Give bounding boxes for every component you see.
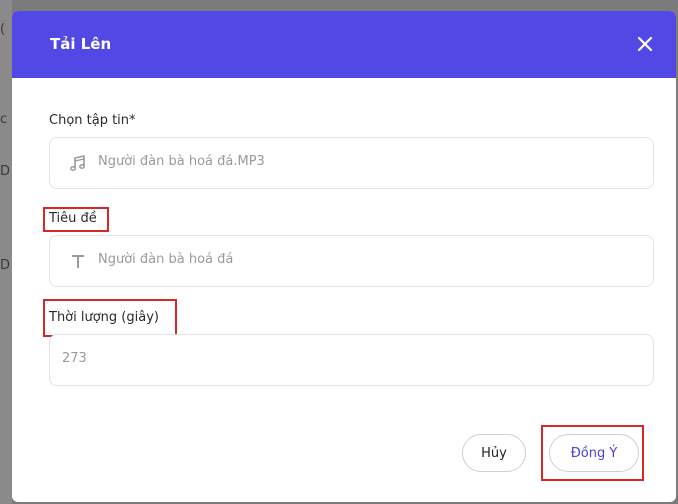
dialog-header: Tải Lên — [12, 11, 676, 78]
background-glyph: D — [0, 258, 11, 273]
background-glyph: c — [0, 112, 8, 127]
background-glyph: ( — [0, 22, 6, 37]
background-page-strip: ( c D D — [0, 0, 12, 504]
cancel-button-label: Hủy — [481, 445, 507, 461]
text-t-icon — [72, 255, 84, 268]
music-note-icon — [70, 155, 85, 171]
title-input-value: Người đàn bà hoá đá — [98, 252, 234, 267]
upload-dialog: Tải Lên Chọn tập tin* Người đàn bà hoá đ… — [12, 11, 676, 502]
file-input[interactable]: Người đàn bà hoá đá.MP3 — [49, 137, 654, 189]
file-field-label: Chọn tập tin* — [49, 113, 136, 128]
duration-input-value: 273 — [62, 351, 87, 366]
dialog-title: Tải Lên — [50, 35, 112, 53]
title-input[interactable]: Người đàn bà hoá đá — [49, 235, 654, 287]
background-glyph: D — [0, 164, 11, 179]
ok-button-label: Đồng Ý — [570, 445, 618, 461]
duration-input[interactable]: 273 — [49, 334, 654, 386]
cancel-button[interactable]: Hủy — [462, 434, 526, 472]
close-icon[interactable] — [634, 33, 656, 55]
duration-field-label: Thời lượng (giây) — [49, 310, 159, 325]
file-input-value: Người đàn bà hoá đá.MP3 — [98, 154, 265, 169]
title-field-label: Tiêu đề — [49, 211, 97, 226]
ok-button[interactable]: Đồng Ý — [549, 434, 639, 472]
